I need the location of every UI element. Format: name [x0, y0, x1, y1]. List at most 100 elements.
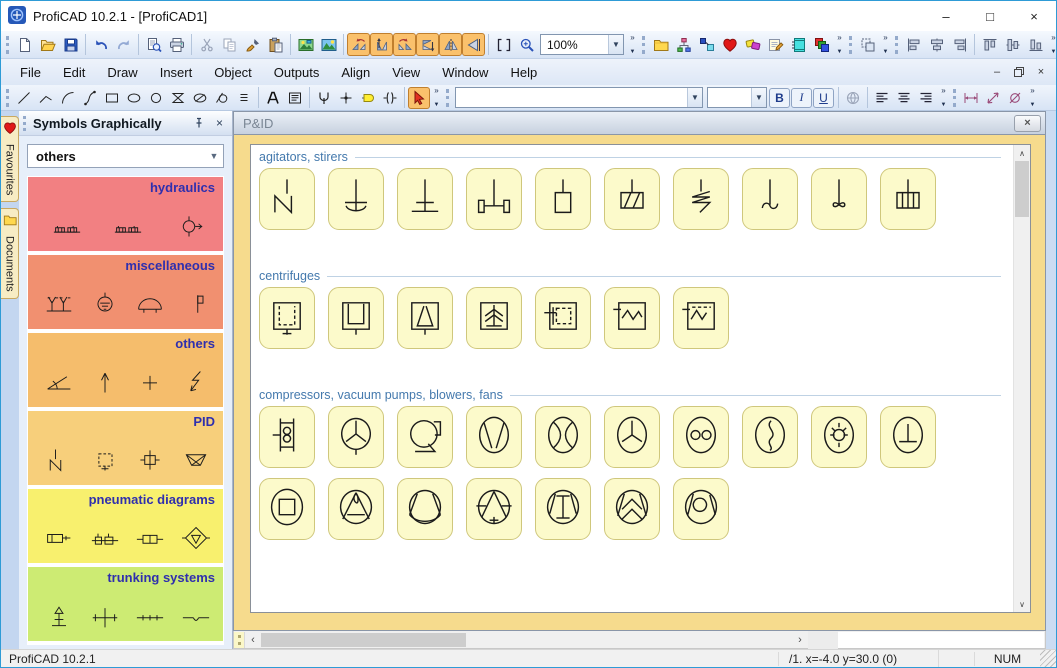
move-symbol-button[interactable]: [695, 33, 718, 56]
align-bottom-button[interactable]: [1024, 33, 1047, 56]
toolbar-overflow-chevron[interactable]: » ▼: [880, 33, 891, 57]
symbol-tile[interactable]: [328, 406, 384, 468]
vertical-scroll-thumb[interactable]: [1015, 161, 1029, 217]
select-arrow-button[interactable]: [408, 86, 430, 109]
hourglass-button[interactable]: [167, 87, 189, 109]
menu-outputs[interactable]: Outputs: [263, 61, 331, 84]
align-text-right-button[interactable]: [915, 87, 937, 109]
symbol-tile[interactable]: [328, 287, 384, 349]
symbol-tile[interactable]: [259, 168, 315, 230]
tr-seg-icon[interactable]: [134, 602, 166, 635]
group-button[interactable]: [856, 33, 879, 56]
symbol-tile[interactable]: [259, 406, 315, 468]
font-size-combo[interactable]: ▼: [707, 87, 767, 108]
zoom-button[interactable]: [515, 33, 538, 56]
mirror-horizontal-button[interactable]: [439, 33, 462, 56]
toolbar-grip[interactable]: [642, 35, 645, 54]
diameter-button[interactable]: [1004, 87, 1026, 109]
symbol-tile[interactable]: [742, 406, 798, 468]
tr-cross-icon[interactable]: [89, 602, 121, 635]
vertical-scroll-track[interactable]: [1014, 161, 1030, 596]
menu-object[interactable]: Object: [203, 61, 263, 84]
ellipse-button[interactable]: [123, 87, 145, 109]
toolbar-grip[interactable]: [895, 35, 898, 54]
vertical-scrollbar[interactable]: ∧ ∨: [1013, 145, 1030, 612]
chevron-down-icon[interactable]: ▼: [608, 35, 623, 54]
tags-button[interactable]: [741, 33, 764, 56]
toolbar-overflow-chevron[interactable]: » ▼: [834, 33, 845, 57]
mi-antenna-icon[interactable]: [43, 290, 75, 323]
symbol-tile[interactable]: [328, 478, 384, 540]
side-tab-favourites[interactable]: Favourites: [1, 116, 19, 203]
panel-grip[interactable]: [23, 115, 26, 131]
toolbar-overflow-chevron[interactable]: » ▼: [431, 86, 442, 110]
symbol-tile[interactable]: [604, 406, 660, 468]
hy-track-icon[interactable]: [51, 212, 83, 245]
point-button[interactable]: [335, 87, 357, 109]
mi-flag-icon[interactable]: [180, 290, 212, 323]
undo-button[interactable]: [89, 33, 112, 56]
symbol-tile[interactable]: [604, 168, 660, 230]
mirror-left-button[interactable]: [462, 33, 485, 56]
scroll-right-arrow[interactable]: ›: [792, 632, 808, 648]
library-button[interactable]: [787, 33, 810, 56]
hy-pump-icon[interactable]: [173, 212, 205, 245]
symbol-tile[interactable]: [397, 287, 453, 349]
symbol-tile[interactable]: [535, 478, 591, 540]
symbol-tile[interactable]: [328, 168, 384, 230]
redo-button[interactable]: [112, 33, 135, 56]
chevron-down-icon[interactable]: ▼: [687, 88, 702, 107]
layers-button[interactable]: [810, 33, 833, 56]
parallel-lines-button[interactable]: [233, 87, 255, 109]
scroll-up-arrow[interactable]: ∧: [1014, 145, 1030, 161]
toolbar-overflow-chevron[interactable]: » ▼: [1048, 33, 1056, 57]
pn-train-icon[interactable]: [89, 524, 121, 557]
category-dropdown[interactable]: others ▼: [27, 144, 224, 168]
ot-angle-icon[interactable]: [43, 368, 75, 401]
pid-box-icon[interactable]: [89, 446, 121, 479]
open-button[interactable]: [36, 33, 59, 56]
ot-arrow-icon[interactable]: [89, 368, 121, 401]
toolbar-overflow-chevron[interactable]: » ▼: [1027, 86, 1038, 110]
resize-grip[interactable]: [1040, 650, 1056, 667]
toolbar-overflow-chevron[interactable]: » ▼: [627, 33, 638, 57]
folder-button[interactable]: [649, 33, 672, 56]
edit-image-button[interactable]: [317, 33, 340, 56]
bold-button[interactable]: B: [769, 87, 790, 108]
symbol-tile[interactable]: [673, 168, 729, 230]
flip-down-button[interactable]: [416, 33, 439, 56]
toolbar-grip[interactable]: [849, 35, 852, 54]
cut-button[interactable]: [195, 33, 218, 56]
toolbar-grip[interactable]: [6, 35, 9, 54]
bezier-button[interactable]: [79, 87, 101, 109]
symbol-tile[interactable]: [466, 168, 522, 230]
panel-close-button[interactable]: ×: [211, 115, 228, 132]
scroll-down-arrow[interactable]: ∨: [1014, 596, 1030, 612]
symbol-tile[interactable]: [466, 287, 522, 349]
symbol-tile[interactable]: [673, 406, 729, 468]
font-family-combo[interactable]: ▼: [455, 87, 703, 108]
print-preview-button[interactable]: [142, 33, 165, 56]
scroll-left-arrow[interactable]: ‹: [245, 632, 261, 648]
toolbar-grip[interactable]: [6, 88, 9, 107]
print-button[interactable]: [165, 33, 188, 56]
mi-earth-icon[interactable]: [89, 290, 121, 323]
symbol-tile[interactable]: [673, 478, 729, 540]
maximize-button[interactable]: □: [968, 1, 1012, 31]
menu-view[interactable]: View: [381, 61, 431, 84]
text-block-button[interactable]: [284, 87, 306, 109]
rotate-left-button[interactable]: [347, 33, 370, 56]
symbol-tile[interactable]: [811, 406, 867, 468]
symbol-tile[interactable]: [397, 478, 453, 540]
symbol-tile[interactable]: [535, 287, 591, 349]
arrow-dimension-button[interactable]: [982, 87, 1004, 109]
symbol-tile[interactable]: [604, 478, 660, 540]
align-top-button[interactable]: [978, 33, 1001, 56]
zoom-level-combo[interactable]: 100% ▼: [540, 34, 624, 55]
copy-button[interactable]: [218, 33, 241, 56]
menu-align[interactable]: Align: [330, 61, 381, 84]
align-right-button[interactable]: [948, 33, 971, 56]
mi-dome-icon[interactable]: [134, 290, 166, 323]
align-left-button[interactable]: [902, 33, 925, 56]
symbol-tile[interactable]: [880, 168, 936, 230]
